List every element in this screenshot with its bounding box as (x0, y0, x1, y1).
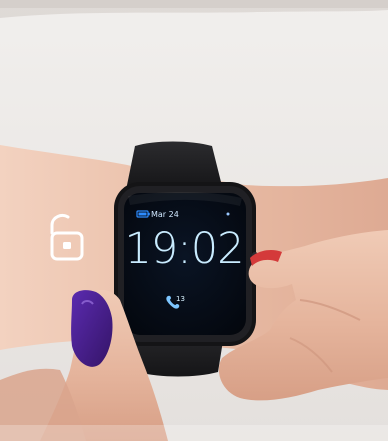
watch-time: 19:02 (124, 224, 245, 274)
watch-date: Mar 24 (151, 210, 179, 219)
unlocked-padlock-icon[interactable] (40, 211, 88, 263)
watch-call-count: 13 (176, 295, 185, 303)
screenshot-scene: Mar 24 19:02 13 (0, 0, 388, 441)
